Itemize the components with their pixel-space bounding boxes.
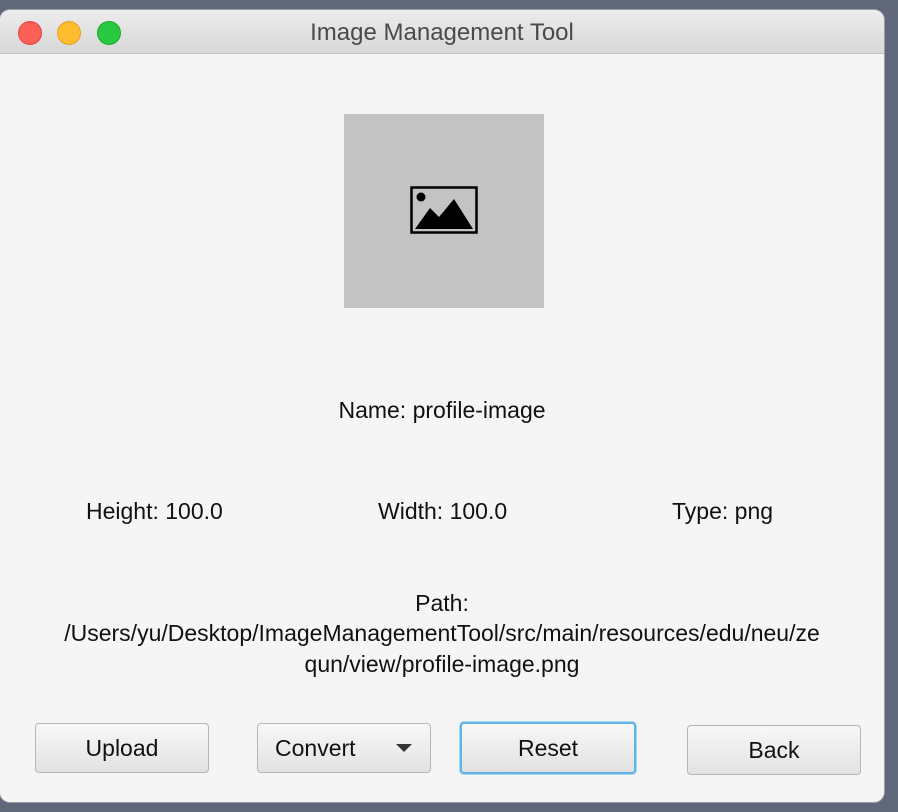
path-value-line2: qun/view/profile-image.png <box>304 651 580 677</box>
upload-button[interactable]: Upload <box>35 723 209 773</box>
title-bar[interactable]: Image Management Tool <box>0 10 884 54</box>
image-placeholder-icon <box>410 186 478 234</box>
name-value: profile-image <box>412 397 546 423</box>
reset-button-label: Reset <box>517 734 579 761</box>
convert-dropdown-label: Convert <box>275 734 356 761</box>
image-preview <box>344 114 544 308</box>
type-row: Type: png <box>672 498 773 525</box>
height-row: Height: 100.0 <box>86 498 223 525</box>
path-value-line1: /Users/yu/Desktop/ImageManagementTool/sr… <box>64 620 820 646</box>
height-label: Height: <box>86 498 159 524</box>
width-label: Width: <box>378 498 444 524</box>
back-button-label: Back <box>748 736 800 763</box>
chevron-down-icon <box>396 744 412 752</box>
window-title: Image Management Tool <box>310 19 574 46</box>
width-row: Width: 100.0 <box>378 498 507 525</box>
name-label: Name: <box>338 397 407 423</box>
height-value: 100.0 <box>165 498 223 524</box>
width-value: 100.0 <box>449 498 508 524</box>
reset-button[interactable]: Reset <box>460 722 636 774</box>
convert-dropdown[interactable]: Convert <box>257 723 431 773</box>
type-value: png <box>734 498 774 524</box>
back-button[interactable]: Back <box>687 725 861 775</box>
path-label: Path: <box>415 590 469 616</box>
app-window: Image Management Tool Name: profile-imag… <box>0 10 884 802</box>
name-row: Name: profile-image <box>0 397 884 424</box>
type-label: Type: <box>672 498 729 524</box>
upload-button-label: Upload <box>85 734 159 761</box>
